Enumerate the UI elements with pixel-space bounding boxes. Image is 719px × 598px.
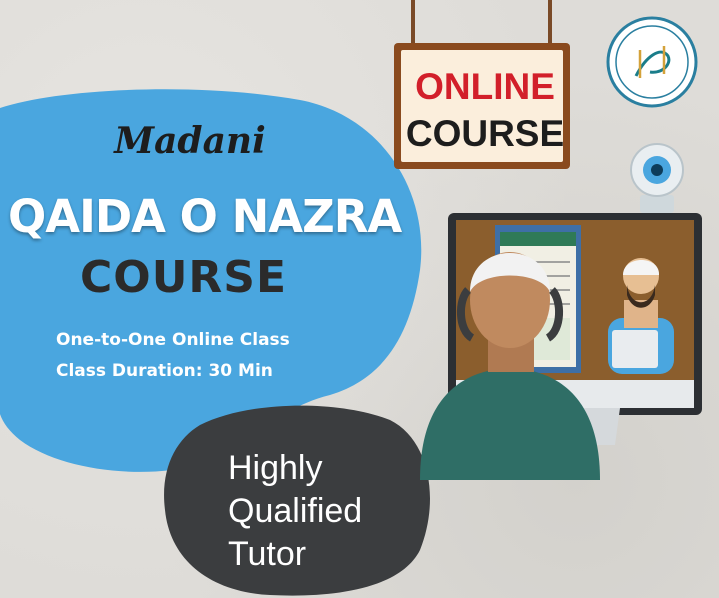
online-class-illustration: [420, 143, 702, 480]
webcam-icon: [630, 143, 684, 213]
poster-canvas: Madani QAIDA O NAZRA COURSE One-to-One O…: [0, 0, 719, 598]
